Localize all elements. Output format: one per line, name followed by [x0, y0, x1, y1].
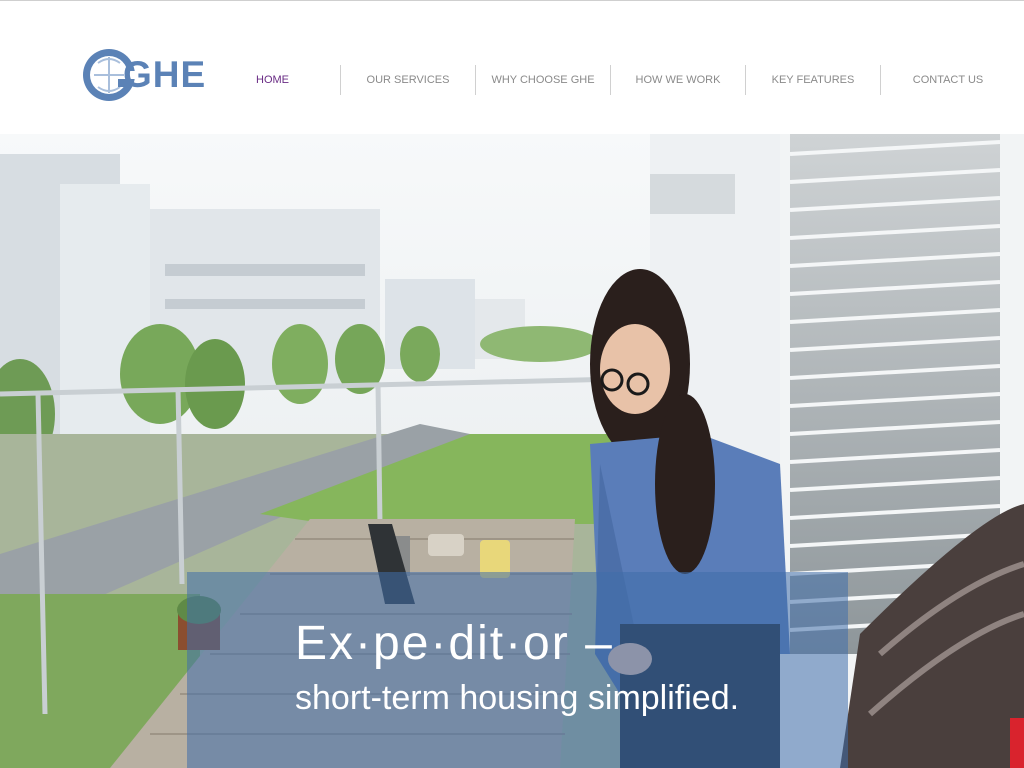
- nav-contact-us[interactable]: CONTACT US: [880, 65, 1015, 95]
- side-tab[interactable]: [1010, 718, 1024, 768]
- site-header: GHE HOME OUR SERVICES WHY CHOOSE GHE HOW…: [0, 1, 1024, 134]
- logo-wordmark: GHE: [123, 55, 206, 95]
- nav-why-choose-ghe[interactable]: WHY CHOOSE GHE: [475, 65, 610, 95]
- hero-title: Ex·pe·dit·or –: [295, 617, 614, 670]
- hero-subtitle: short-term housing simplified.: [295, 679, 740, 717]
- logo-text: GHE: [123, 54, 207, 95]
- nav-how-we-work[interactable]: HOW WE WORK: [610, 65, 745, 95]
- nav-our-services[interactable]: OUR SERVICES: [340, 65, 475, 95]
- site-logo[interactable]: GHE: [80, 43, 205, 107]
- main-nav: HOME OUR SERVICES WHY CHOOSE GHE HOW WE …: [205, 65, 1020, 95]
- nav-key-features[interactable]: KEY FEATURES: [745, 65, 880, 95]
- hero-caption-box: Ex·pe·dit·or – short-term housing simpli…: [187, 572, 848, 768]
- nav-home[interactable]: HOME: [205, 65, 340, 95]
